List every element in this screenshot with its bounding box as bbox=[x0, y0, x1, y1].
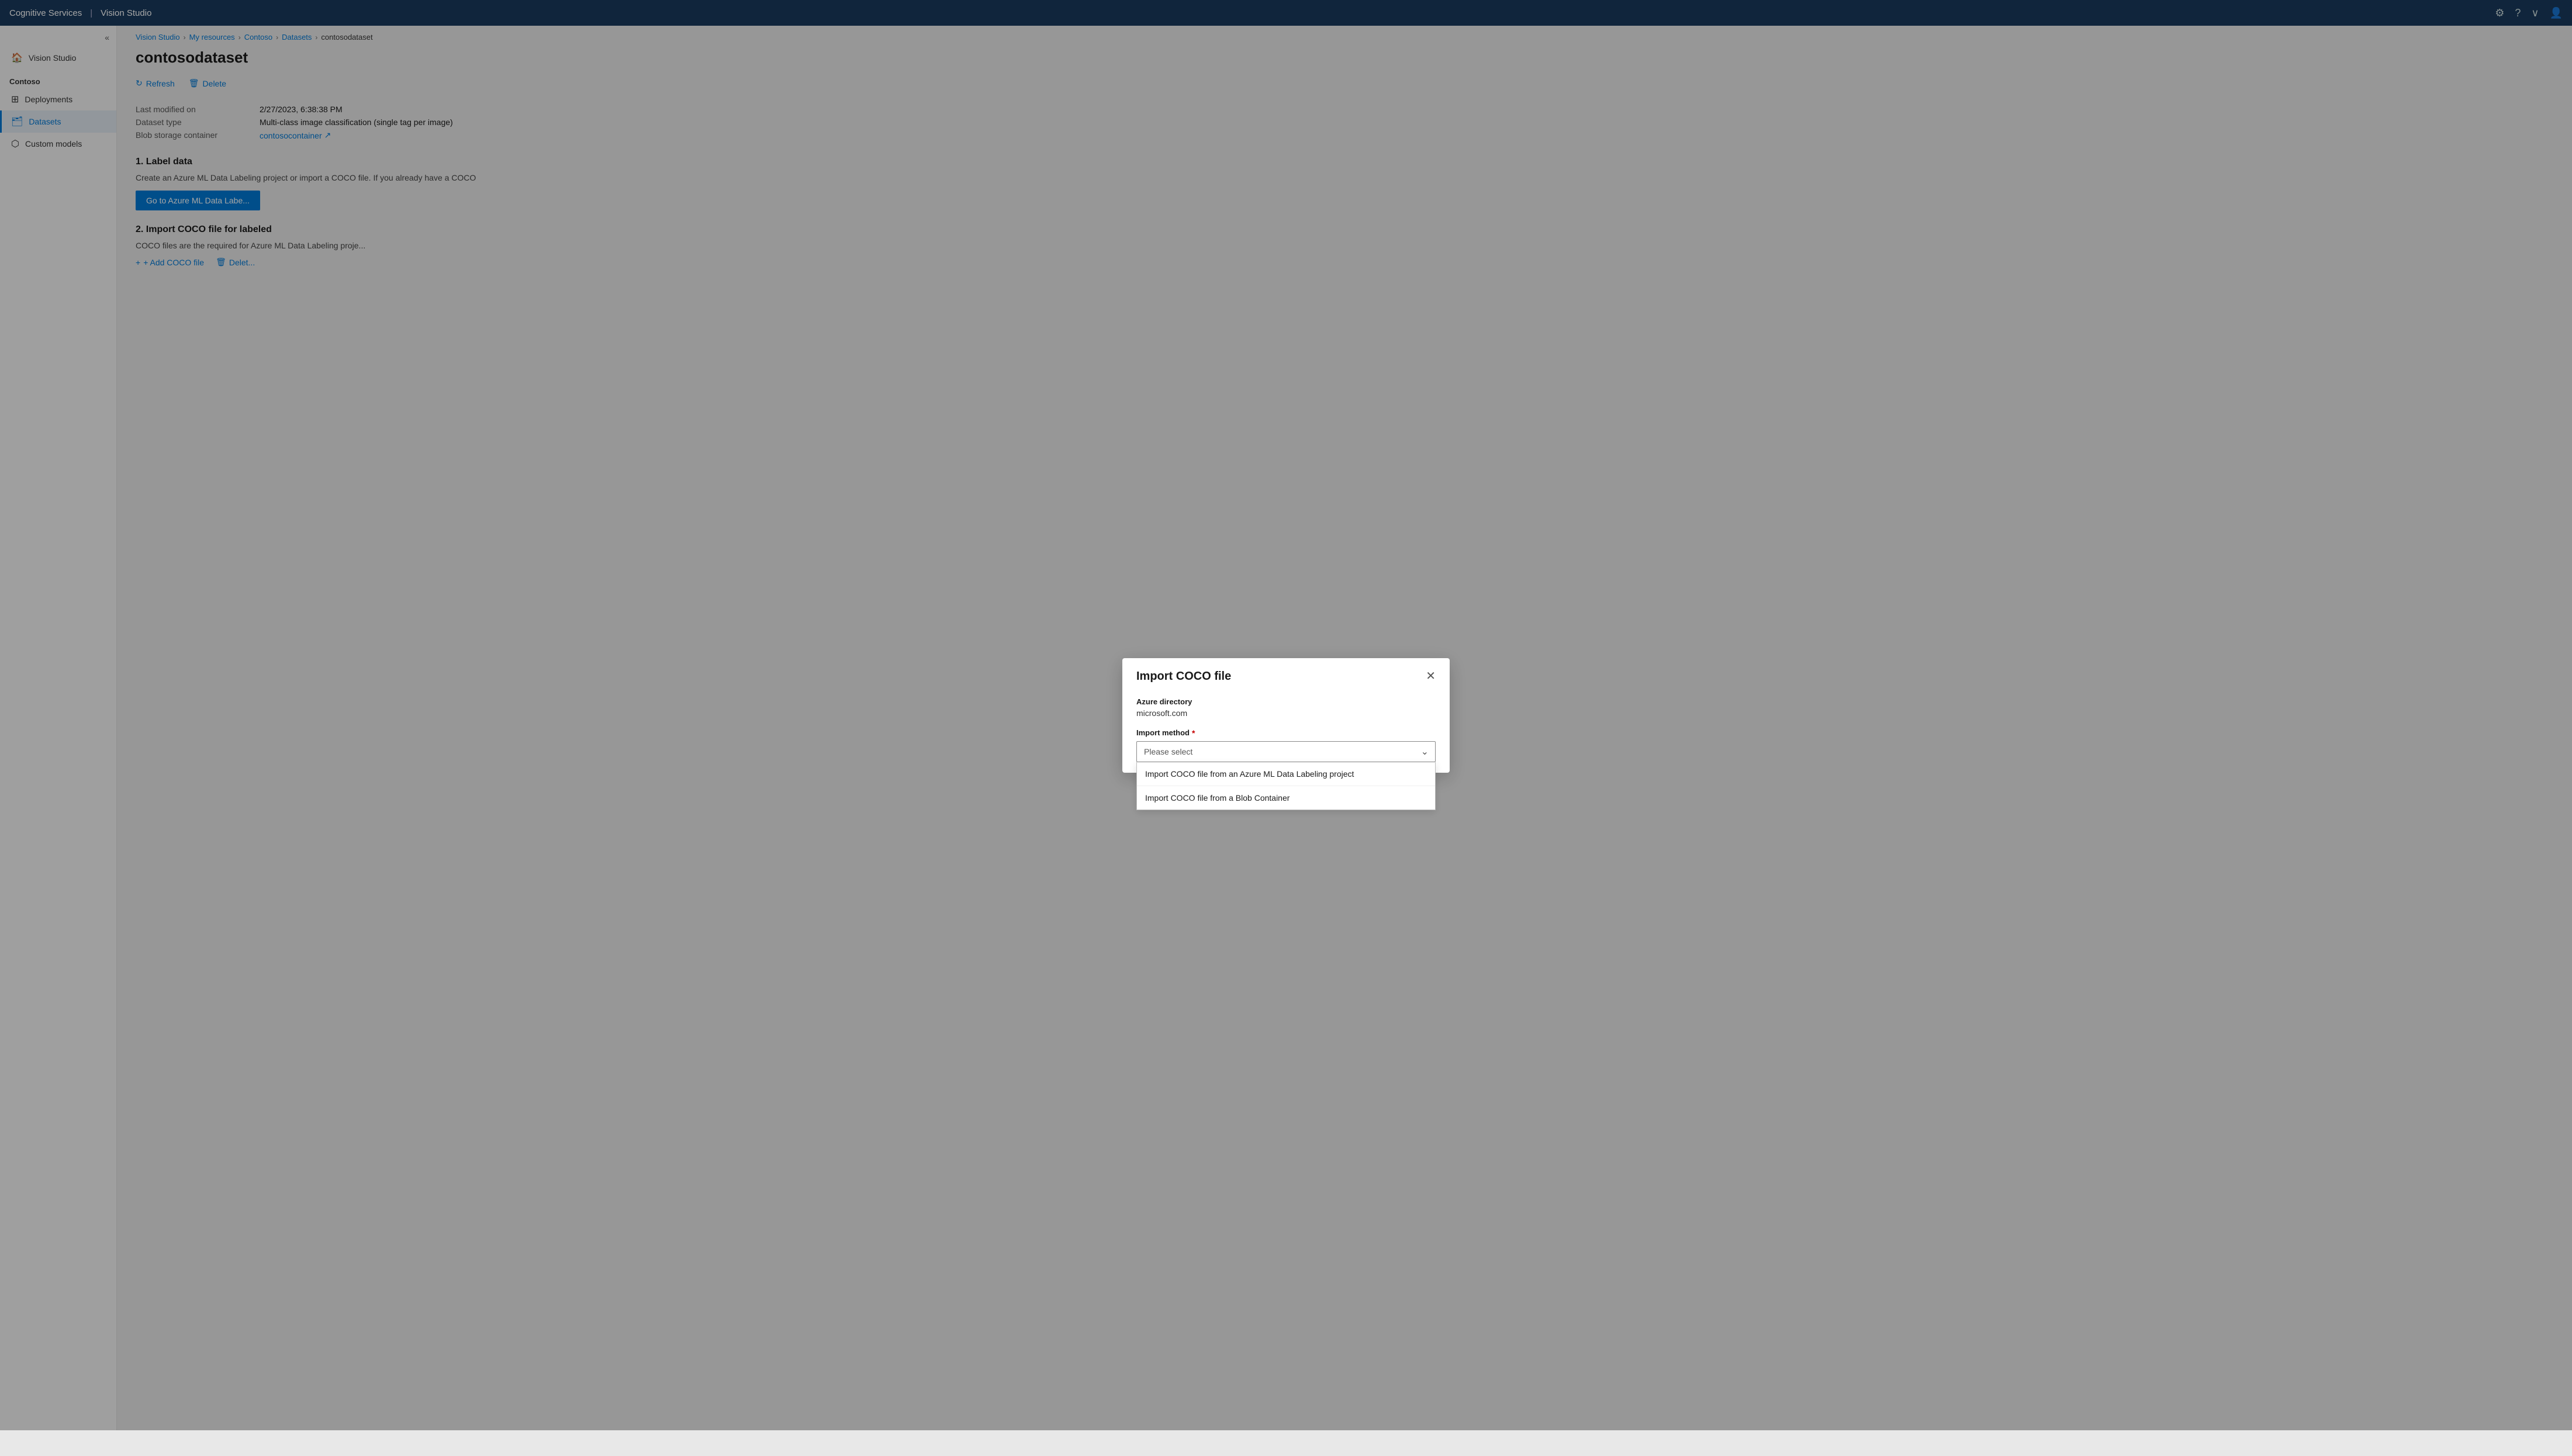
modal-overlay[interactable]: Import COCO file ✕ Azure directory micro… bbox=[0, 0, 2572, 1430]
import-method-dropdown-container: Please select ⌄ Import COCO file from an… bbox=[1136, 741, 1436, 762]
modal-body: Azure directory microsoft.com Import met… bbox=[1122, 693, 1450, 762]
modal-close-button[interactable]: ✕ bbox=[1426, 670, 1436, 682]
import-coco-modal: Import COCO file ✕ Azure directory micro… bbox=[1122, 658, 1450, 773]
dropdown-placeholder: Please select bbox=[1144, 747, 1192, 756]
import-method-label: Import method bbox=[1136, 728, 1190, 737]
dropdown-option-2[interactable]: Import COCO file from a Blob Container bbox=[1137, 786, 1435, 810]
modal-header: Import COCO file ✕ bbox=[1122, 658, 1450, 693]
required-star: * bbox=[1192, 728, 1195, 738]
dropdown-option-1[interactable]: Import COCO file from an Azure ML Data L… bbox=[1137, 762, 1435, 786]
azure-directory-value: microsoft.com bbox=[1136, 708, 1436, 718]
import-method-select[interactable]: Please select bbox=[1136, 741, 1436, 762]
azure-directory-field: Azure directory microsoft.com bbox=[1136, 697, 1436, 718]
azure-directory-label: Azure directory bbox=[1136, 697, 1436, 706]
import-method-label-wrapper: Import method * bbox=[1136, 728, 1436, 738]
modal-title: Import COCO file bbox=[1136, 670, 1231, 683]
import-method-field: Import method * Please select ⌄ Import C… bbox=[1136, 728, 1436, 762]
dropdown-options-list: Import COCO file from an Azure ML Data L… bbox=[1136, 762, 1436, 810]
